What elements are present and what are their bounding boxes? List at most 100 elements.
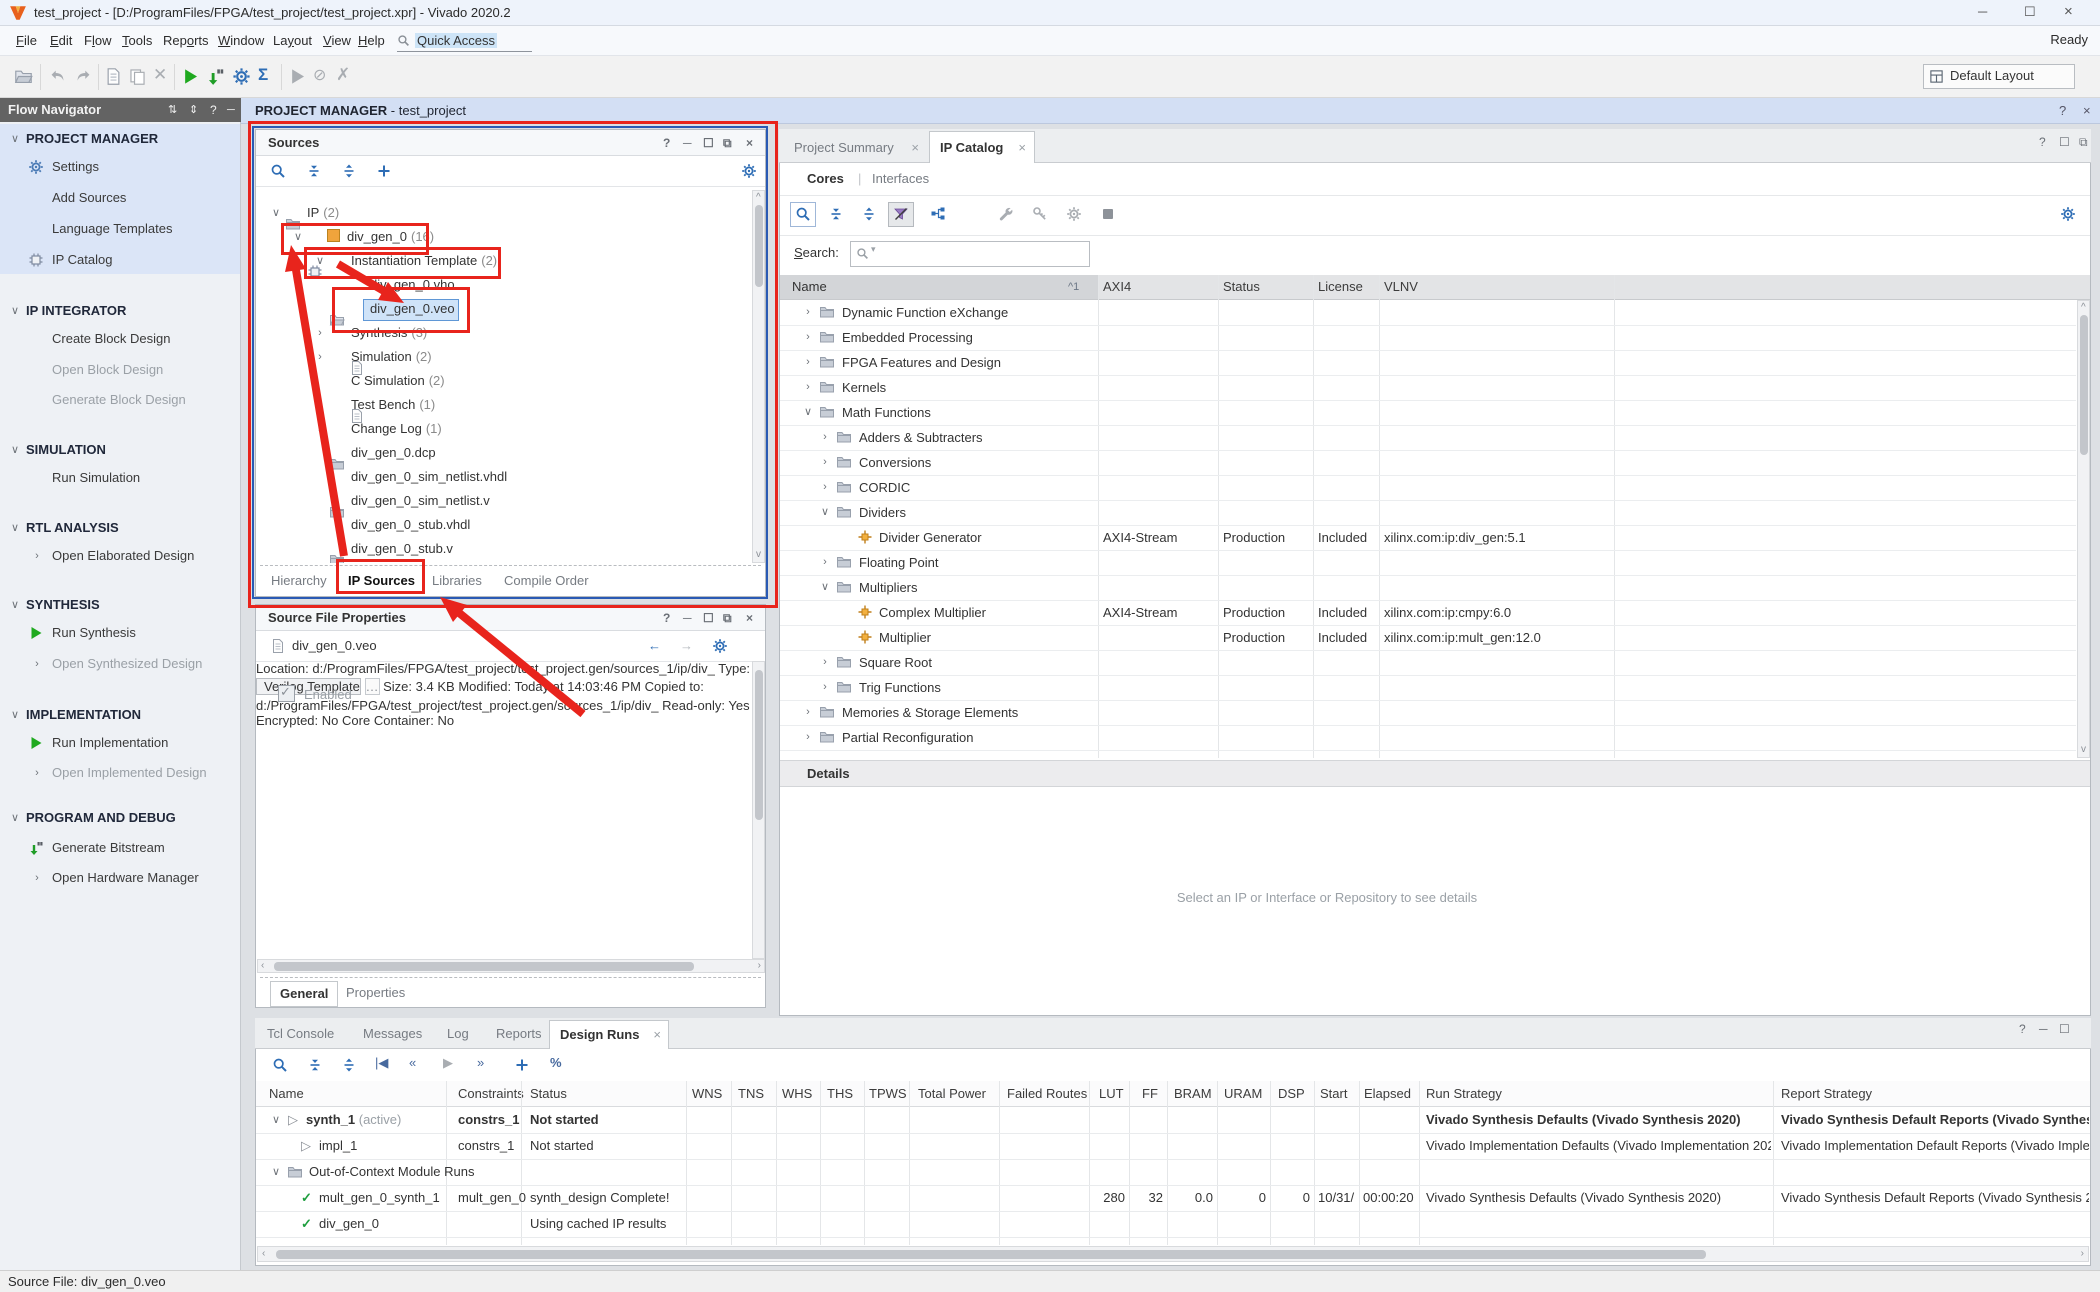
tree-item-div-gen-0-dcp[interactable]: div_gen_0.dcp: [257, 441, 751, 465]
gear-icon[interactable]: [712, 638, 728, 654]
menu-view[interactable]: View: [323, 26, 351, 56]
close-icon[interactable]: ×: [2083, 98, 2091, 123]
ip-category-row[interactable]: ›Adders & Subtracters: [780, 425, 2076, 451]
properties-vertical-scrollbar[interactable]: [752, 661, 765, 959]
tab-compile-order[interactable]: Compile Order: [504, 567, 589, 595]
ip-category-row[interactable]: ›Dynamic Function eXchange: [780, 300, 2076, 326]
settings-gear-icon[interactable]: [2060, 206, 2076, 222]
float-panel-icon[interactable]: ⧉: [723, 605, 732, 631]
flownav-item-language-templates[interactable]: Language Templates: [0, 217, 240, 241]
tab-design-runs[interactable]: Design Runs×: [549, 1020, 669, 1049]
tab-project-summary[interactable]: Project Summary×: [785, 132, 927, 163]
properties-panel-header[interactable]: Source File Properties ? ─ ☐ ⧉ ×: [256, 605, 765, 631]
flownav-item-generate-bitstream[interactable]: Generate Bitstream: [0, 836, 240, 860]
flownav-item-open-hardware-manager[interactable]: ›Open Hardware Manager: [0, 866, 240, 890]
tree-item-test-bench[interactable]: ›Test Bench(1): [257, 393, 751, 417]
quick-access-search[interactable]: Quick Access: [397, 31, 532, 52]
expand-all-icon[interactable]: [341, 1057, 357, 1073]
run-row-impl-1[interactable]: ▷ impl_1 constrs_1 Not started Vivado Im…: [256, 1133, 2090, 1160]
column-header[interactable]: Constraints: [458, 1081, 524, 1107]
help-icon[interactable]: ?: [2059, 98, 2066, 123]
scroll-left-icon[interactable]: ‹: [262, 1248, 265, 1259]
scrollbar-thumb[interactable]: [274, 962, 694, 971]
next-run-icon[interactable]: »: [477, 1055, 484, 1070]
tree-item-div-gen-0-vho[interactable]: div_gen_0.vho: [257, 273, 751, 297]
tab-messages[interactable]: Messages: [363, 1018, 422, 1049]
menu-edit[interactable]: Edit: [50, 26, 72, 56]
column-header-axi4[interactable]: AXI4: [1103, 275, 1131, 299]
ip-category-row[interactable]: ›Floating Point: [780, 550, 2076, 576]
flownav-item-ip-catalog[interactable]: IP Catalog: [0, 248, 240, 272]
scroll-left-icon[interactable]: ‹: [261, 960, 264, 971]
column-header-vlnv[interactable]: VLNV: [1384, 275, 1418, 299]
flownav-section-program-debug[interactable]: ∨PROGRAM AND DEBUG: [0, 806, 240, 830]
tree-item-simulation[interactable]: ›Simulation(2): [257, 345, 751, 369]
tree-item-sim-netlist-vhdl[interactable]: div_gen_0_sim_netlist.vhdl: [257, 465, 751, 489]
flownav-section-synthesis[interactable]: ∨SYNTHESIS: [0, 593, 240, 617]
column-header-name[interactable]: Name^1: [780, 275, 1098, 299]
column-header[interactable]: Failed Routes: [1007, 1081, 1087, 1107]
column-header[interactable]: WNS: [692, 1081, 722, 1107]
column-header[interactable]: Elapsed: [1364, 1081, 1411, 1107]
run-row-div-gen-0[interactable]: ✓ div_gen_0 Using cached IP results: [256, 1211, 2090, 1238]
ip-row-complex-multiplier[interactable]: Complex MultiplierAXI4-StreamProductionI…: [780, 600, 2076, 626]
search-button[interactable]: [790, 202, 816, 227]
maximize-panel-icon[interactable]: ☐: [703, 130, 714, 156]
expand-all-icon[interactable]: [341, 163, 357, 179]
back-icon[interactable]: ←: [648, 631, 661, 661]
scrollbar-thumb[interactable]: [755, 670, 763, 820]
column-header[interactable]: Status: [530, 1081, 567, 1107]
maximize-panel-icon[interactable]: ☐: [703, 605, 714, 631]
help-icon[interactable]: ?: [663, 130, 670, 156]
scroll-down-icon[interactable]: v: [756, 549, 761, 560]
ip-category-row[interactable]: ›Partial Reconfiguration: [780, 725, 2076, 751]
run-row-mult-gen-0-synth-1[interactable]: ✓ mult_gen_0_synth_1 mult_gen_0 synth_de…: [256, 1185, 2090, 1212]
column-header[interactable]: Run Strategy: [1426, 1081, 1502, 1107]
close-tab-icon[interactable]: ×: [653, 1021, 661, 1049]
run-row-synth-1[interactable]: ∨▷ synth_1 (active) constrs_1 Not starte…: [256, 1107, 2090, 1134]
first-run-icon[interactable]: |◀: [375, 1055, 388, 1071]
flownav-item-settings[interactable]: Settings: [0, 155, 240, 179]
minimize-icon[interactable]: ─: [1978, 4, 1987, 19]
close-tab-icon[interactable]: ×: [911, 132, 919, 163]
ip-category-row[interactable]: ›FPGA Features and Design: [780, 350, 2076, 376]
flownav-section-rtl-analysis[interactable]: ∨RTL ANALYSIS: [0, 516, 240, 540]
minimize-panel-icon[interactable]: ─: [683, 130, 692, 156]
close-panel-icon[interactable]: ×: [746, 130, 753, 156]
percent-icon[interactable]: %: [550, 1055, 562, 1070]
tab-properties[interactable]: Properties: [346, 979, 405, 1006]
flownav-section-ip-integrator[interactable]: ∨IP INTEGRATOR: [0, 299, 240, 323]
collapse-all-icon[interactable]: ⇅: [168, 98, 177, 122]
ip-category-row-multipliers[interactable]: ∨Multipliers: [780, 575, 2076, 601]
tab-ip-catalog[interactable]: IP Catalog×: [929, 131, 1035, 163]
column-header[interactable]: WHS: [782, 1081, 812, 1107]
layout-selector[interactable]: Default Layout: [1923, 64, 2075, 89]
scroll-right-icon[interactable]: ›: [2081, 1248, 2084, 1259]
menu-layout[interactable]: Layout: [273, 26, 312, 56]
collapse-all-icon[interactable]: [306, 163, 322, 179]
open-project-icon[interactable]: [14, 67, 33, 86]
design-runs-horizontal-scrollbar[interactable]: ‹ ›: [257, 1246, 2089, 1262]
tree-item-instantiation-template[interactable]: ∨Instantiation Template(2): [257, 249, 751, 273]
ip-category-row[interactable]: ›Trig Functions: [780, 675, 2076, 701]
scroll-right-icon[interactable]: ›: [758, 960, 761, 971]
menu-help[interactable]: Help: [358, 26, 385, 56]
column-header[interactable]: BRAM: [1174, 1081, 1212, 1107]
add-sources-icon[interactable]: [376, 163, 392, 179]
tab-general[interactable]: General: [270, 981, 338, 1007]
help-icon[interactable]: ?: [2019, 1022, 2026, 1036]
help-icon[interactable]: ?: [210, 98, 217, 122]
column-header[interactable]: Total Power: [918, 1081, 986, 1107]
maximize-panel-icon[interactable]: ☐: [2059, 135, 2070, 149]
ip-catalog-vertical-scrollbar[interactable]: ^ v: [2077, 300, 2090, 758]
ip-hierarchy-icon[interactable]: [930, 206, 946, 222]
copy-icon[interactable]: [128, 67, 147, 86]
column-header[interactable]: DSP: [1278, 1081, 1305, 1107]
hide-incompatible-button[interactable]: [888, 202, 914, 227]
minimize-panel-icon[interactable]: ─: [683, 605, 692, 631]
previous-run-icon[interactable]: «: [409, 1055, 416, 1070]
tab-libraries[interactable]: Libraries: [432, 567, 482, 595]
column-header-status[interactable]: Status: [1223, 275, 1260, 299]
flownav-section-implementation[interactable]: ∨IMPLEMENTATION: [0, 703, 240, 727]
menu-file[interactable]: File: [16, 26, 37, 56]
